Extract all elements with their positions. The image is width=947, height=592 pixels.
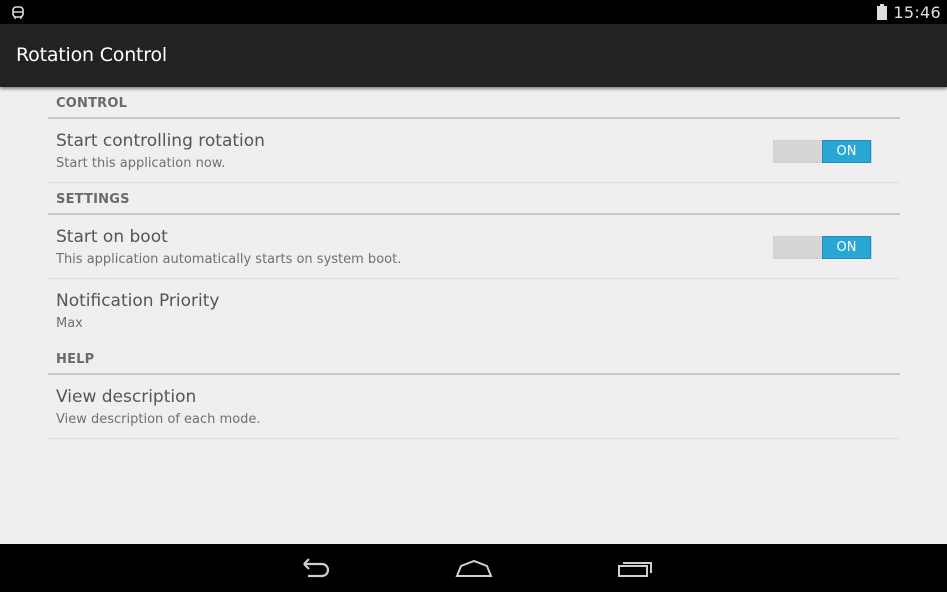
android-debug-icon [10, 4, 26, 20]
preferences-screen: CONTROL Start controlling rotation Start… [0, 87, 947, 544]
pref-start-on-boot[interactable]: Start on boot This application automatic… [48, 215, 900, 279]
status-clock: 15:46 [893, 2, 941, 22]
battery-icon [877, 4, 888, 20]
pref-summary: Start this application now. [56, 156, 226, 171]
preferences-list: CONTROL Start controlling rotation Start… [48, 87, 900, 439]
category-label: CONTROL [56, 96, 128, 111]
home-icon[interactable] [454, 554, 494, 582]
navigation-bar [0, 544, 947, 592]
app-title: Rotation Control [16, 44, 167, 66]
start-controlling-rotation-switch[interactable]: ON [773, 140, 872, 163]
pref-title: Start controlling rotation [56, 131, 265, 151]
category-help: HELP [48, 343, 900, 375]
pref-summary: This application automatically starts on… [56, 252, 402, 267]
start-on-boot-switch[interactable]: ON [773, 236, 872, 259]
pref-title: Start on boot [56, 227, 168, 247]
category-label: SETTINGS [56, 192, 130, 207]
category-settings: SETTINGS [48, 183, 900, 215]
pref-notification-priority[interactable]: Notification Priority Max [48, 279, 900, 343]
pref-title: View description [56, 387, 197, 407]
category-control: CONTROL [48, 87, 900, 119]
back-icon[interactable] [294, 554, 334, 582]
pref-start-controlling-rotation[interactable]: Start controlling rotation Start this ap… [48, 119, 900, 183]
switch-thumb: ON [822, 236, 871, 259]
status-bar: 15:46 [0, 0, 947, 24]
pref-title: Notification Priority [56, 291, 220, 311]
action-bar: Rotation Control [0, 24, 947, 87]
pref-summary: View description of each mode. [56, 412, 261, 427]
switch-thumb: ON [822, 140, 871, 163]
pref-summary: Max [56, 316, 83, 331]
category-label: HELP [56, 352, 95, 367]
recents-icon[interactable] [614, 554, 654, 582]
pref-view-description[interactable]: View description View description of eac… [48, 375, 900, 439]
